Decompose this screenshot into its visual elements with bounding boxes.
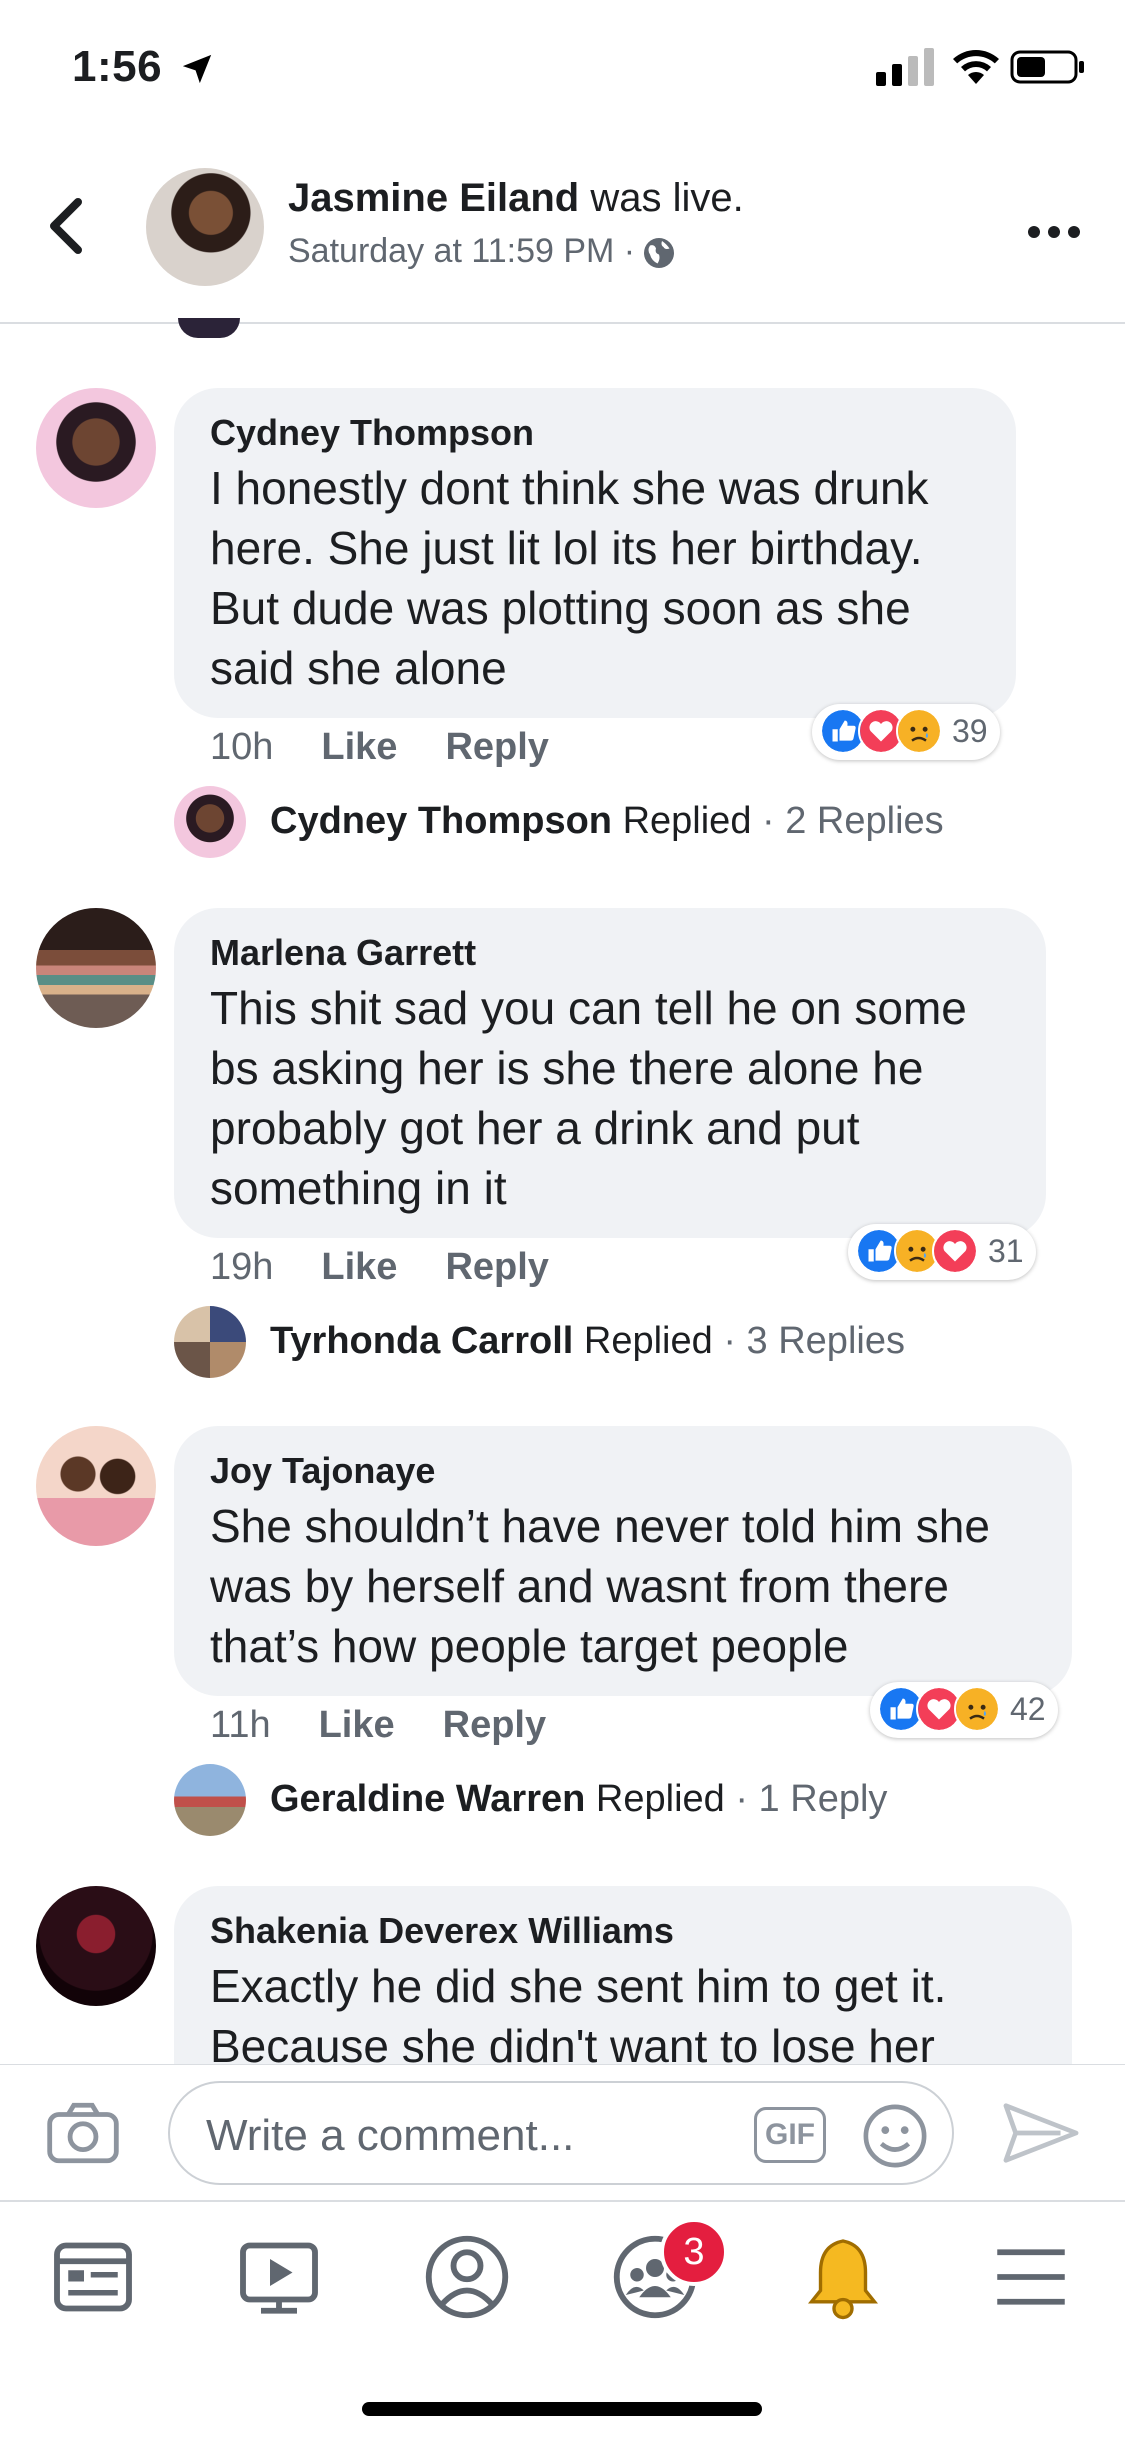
gif-button[interactable]: GIF <box>754 2107 826 2163</box>
globe-icon <box>644 238 675 269</box>
sticker-smile-icon[interactable] <box>862 2103 928 2169</box>
reaction-count: 39 <box>952 712 988 749</box>
bottom-tab-bar: 3 <box>0 2200 1125 2438</box>
post-header: Jasmine Eiland was live. Saturday at 11:… <box>0 140 1125 324</box>
replied-label: Replied <box>612 800 752 842</box>
commenter-avatar[interactable] <box>36 908 156 1028</box>
love-reaction-icon <box>932 1228 978 1274</box>
send-icon[interactable] <box>1002 2099 1080 2167</box>
reply-count[interactable]: · 2 Replies <box>762 800 944 842</box>
replier-name[interactable]: Geraldine Warren <box>270 1778 585 1820</box>
reaction-summary[interactable]: 39 <box>812 704 1000 760</box>
reaction-count: 31 <box>988 1232 1024 1269</box>
post-title: Jasmine Eiland was live. <box>288 176 744 221</box>
replies-summary-text: Geraldine Warren Replied · 1 Reply <box>270 1778 887 1821</box>
previous-comment-avatar <box>178 318 240 338</box>
reaction-summary[interactable]: 31 <box>848 1224 1036 1280</box>
comment-bubble[interactable]: Joy Tajonaye She shouldn’t have never to… <box>174 1426 1072 1696</box>
comment-time: 11h <box>210 1704 271 1746</box>
replied-label: Replied <box>573 1320 713 1362</box>
comment-bubble[interactable]: Cydney Thompson I honestly dont think sh… <box>174 388 1016 718</box>
reply-count[interactable]: · 3 Replies <box>723 1320 905 1362</box>
location-arrow-icon <box>182 54 212 84</box>
profile-icon[interactable] <box>422 2232 512 2322</box>
commenter-avatar[interactable] <box>36 1426 156 1546</box>
comment-author[interactable]: Cydney Thompson <box>210 412 980 454</box>
comment-actions: 10h Like Reply <box>210 726 597 769</box>
post-title-suffix: was live. <box>579 176 744 220</box>
reaction-count: 42 <box>1010 1690 1046 1727</box>
like-button[interactable]: Like <box>319 1704 395 1746</box>
poster-name[interactable]: Jasmine Eiland <box>288 176 579 220</box>
comment-input-placeholder: Write a comment... <box>206 2111 575 2160</box>
status-time: 1:56 <box>72 42 163 91</box>
reply-button[interactable]: Reply <box>445 726 548 768</box>
poster-avatar[interactable] <box>146 168 264 286</box>
comment-text: She shouldn’t have never told him she wa… <box>210 1500 990 1672</box>
comment-input[interactable]: Write a comment... GIF <box>168 2081 954 2185</box>
menu-icon[interactable] <box>986 2232 1076 2322</box>
commenter-avatar[interactable] <box>36 1886 156 2006</box>
status-bar: 1:56 <box>0 0 1125 140</box>
comment-time: 19h <box>210 1246 274 1288</box>
comment-text: Exactly he did she sent him to get it. B… <box>210 1960 947 2064</box>
camera-icon[interactable] <box>46 2101 120 2165</box>
replied-label: Replied <box>585 1778 725 1820</box>
comment-author[interactable]: Marlena Garrett <box>210 932 1010 974</box>
news-feed-icon[interactable] <box>48 2232 138 2322</box>
cellular-signal-icon <box>876 48 934 86</box>
sad-reaction-icon <box>896 708 942 754</box>
sad-reaction-icon <box>954 1686 1000 1732</box>
replies-summary-text: Cydney Thompson Replied · 2 Replies <box>270 800 944 843</box>
battery-icon <box>1010 50 1084 84</box>
comment-item: Shakenia Deverex Williams Exactly he did… <box>0 1886 1125 2064</box>
reply-count[interactable]: · 1 Reply <box>735 1778 887 1820</box>
wifi-icon <box>953 50 999 84</box>
comment-bubble[interactable]: Shakenia Deverex Williams Exactly he did… <box>174 1886 1072 2064</box>
like-button[interactable]: Like <box>321 726 397 768</box>
watch-icon[interactable] <box>234 2232 324 2322</box>
reaction-summary[interactable]: 42 <box>870 1682 1058 1738</box>
notifications-bell-icon[interactable] <box>798 2232 888 2322</box>
more-dots-icon[interactable] <box>1026 222 1082 242</box>
comment-author[interactable]: Shakenia Deverex Williams <box>210 1910 1036 1952</box>
replier-avatar <box>174 786 246 858</box>
like-button[interactable]: Like <box>321 1246 397 1288</box>
reply-button[interactable]: Reply <box>445 1246 548 1288</box>
comment-text: This shit sad you can tell he on some bs… <box>210 982 967 1214</box>
post-timestamp[interactable]: Saturday at 11:59 PM · <box>288 232 635 270</box>
comment-author[interactable]: Joy Tajonaye <box>210 1450 1036 1492</box>
comment-time: 10h <box>210 726 274 768</box>
home-indicator[interactable] <box>362 2402 762 2416</box>
replier-avatar <box>174 1764 246 1836</box>
back-chevron-icon[interactable] <box>46 196 86 256</box>
reply-button[interactable]: Reply <box>443 1704 546 1746</box>
replier-avatar <box>174 1306 246 1378</box>
replier-name[interactable]: Tyrhonda Carroll <box>270 1320 573 1362</box>
comment-text: I honestly dont think she was drunk here… <box>210 462 929 694</box>
post-subtitle: Saturday at 11:59 PM · <box>288 232 677 271</box>
comment-actions: 19h Like Reply <box>210 1246 597 1289</box>
groups-notification-badge: 3 <box>660 2218 728 2286</box>
replies-summary-text: Tyrhonda Carroll Replied · 3 Replies <box>270 1320 905 1363</box>
commenter-avatar[interactable] <box>36 388 156 508</box>
replier-name[interactable]: Cydney Thompson <box>270 800 612 842</box>
comment-bubble[interactable]: Marlena Garrett This shit sad you can te… <box>174 908 1046 1238</box>
comment-composer: Write a comment... GIF <box>0 2064 1125 2201</box>
comment-actions: 11h Like Reply <box>210 1704 594 1747</box>
